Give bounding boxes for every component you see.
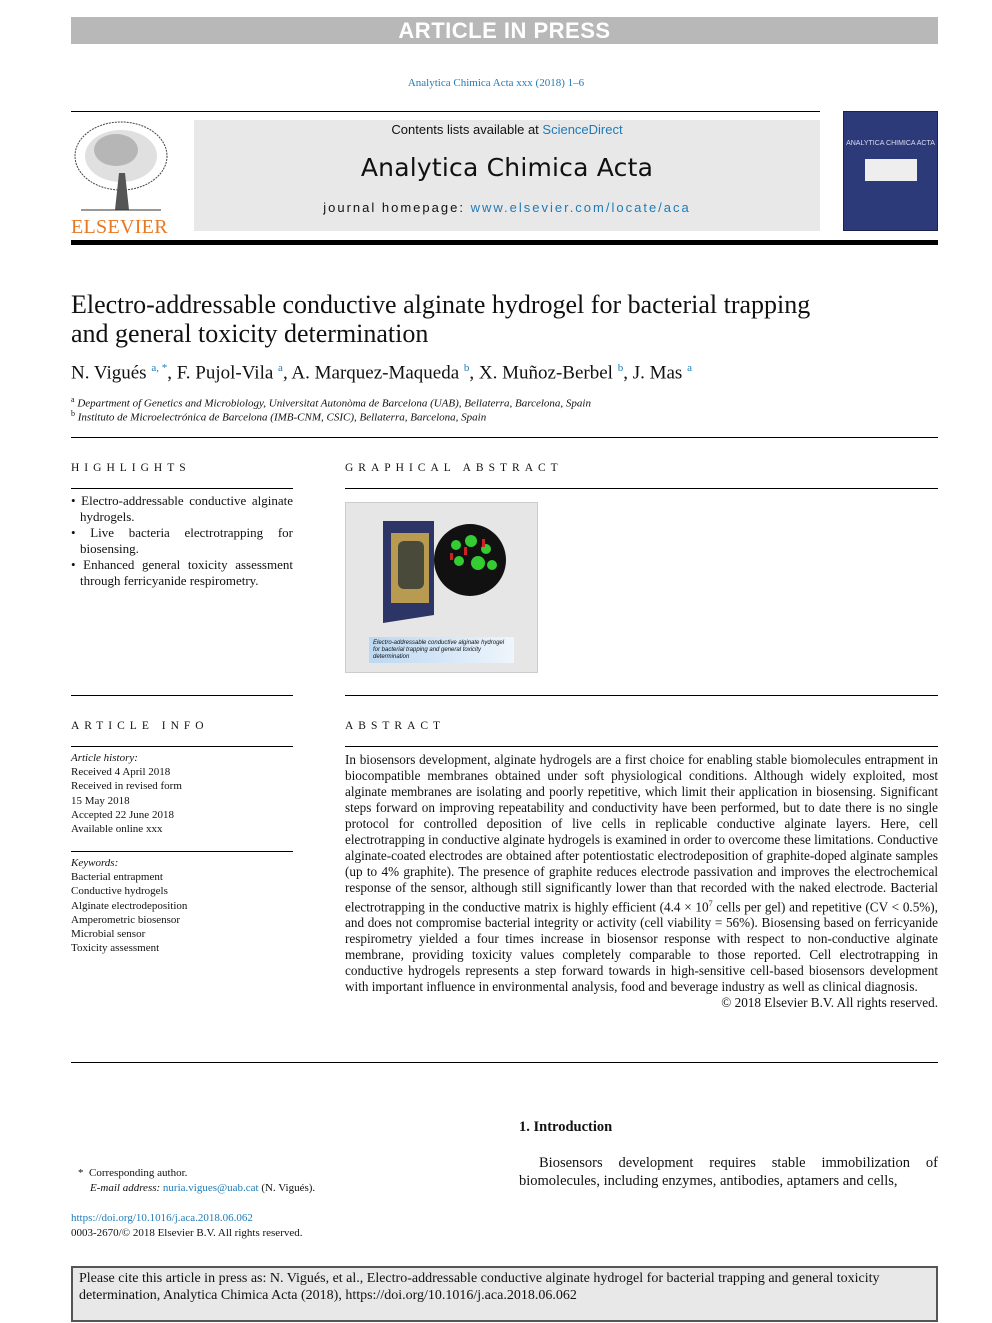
homepage-prefix: journal homepage: <box>323 200 471 215</box>
abstract-copyright: © 2018 Elsevier B.V. All rights reserved… <box>721 994 938 1010</box>
cover-title: ANALYTICA CHIMICA ACTA <box>846 140 935 147</box>
abstract-heading: ABSTRACT <box>345 720 446 732</box>
keyword: Bacterial entrapment <box>71 871 163 884</box>
highlights-list: • Electro-addressable conductive alginat… <box>71 493 293 589</box>
doi-link[interactable]: https://doi.org/10.1016/j.aca.2018.06.06… <box>71 1211 253 1225</box>
email-link[interactable]: nuria.vigues@uab.cat <box>163 1182 259 1194</box>
elsevier-wordmark: ELSEVIER <box>71 216 168 238</box>
author-sup[interactable]: a, * <box>151 362 167 374</box>
intro-text: Biosensors development requires stable i… <box>519 1155 938 1189</box>
journal-title: Analytica Chimica Acta <box>360 153 654 182</box>
author-sup[interactable]: b <box>618 362 624 374</box>
article-info-heading: ARTICLE INFO <box>71 720 209 732</box>
journal-cover[interactable]: ANALYTICA CHIMICA ACTA <box>843 111 938 231</box>
highlight-item: • Electro-addressable conductive alginat… <box>71 493 293 524</box>
divider <box>345 695 938 696</box>
author[interactable]: A. Marquez-Maqueda <box>291 362 459 383</box>
abstract-body: In biosensors development, alginate hydr… <box>345 752 938 1011</box>
keyword: Toxicity assessment <box>71 942 160 955</box>
electrode-figure <box>383 521 506 623</box>
affiliation-text: Instituto de Microelectrónica de Barcelo… <box>77 411 487 424</box>
history-item: Received 4 April 2018 <box>71 766 171 779</box>
highlights-heading: HIGHLIGHTS <box>71 462 191 474</box>
graphical-abstract-caption: Electro-addressable conductive alginate … <box>369 637 514 663</box>
author-sup[interactable]: a <box>278 362 283 374</box>
author[interactable]: X. Muñoz-Berbel <box>479 362 613 383</box>
graphical-abstract-image[interactable]: Electro-addressable conductive alginate … <box>345 502 538 673</box>
author-sup[interactable]: b <box>464 362 470 374</box>
author-list: N. Vigués a, *, F. Pujol-Vila a, A. Marq… <box>71 362 692 384</box>
author-sup[interactable]: a <box>687 362 692 374</box>
author[interactable]: J. Mas <box>633 362 683 383</box>
footnote-corresponding: * Corresponding author. E-mail address: … <box>78 1167 316 1195</box>
cover-figure <box>864 159 917 181</box>
journal-header: Contents lists available at ScienceDirec… <box>194 120 820 231</box>
divider <box>71 695 293 696</box>
article-in-press-banner: ARTICLE IN PRESS <box>71 17 938 44</box>
divider <box>71 851 293 852</box>
keyword: Amperometric biosensor <box>71 913 181 926</box>
divider <box>71 437 938 438</box>
history-item: Received in revised form <box>71 780 182 793</box>
history-item: 15 May 2018 <box>71 794 130 807</box>
keywords: Keywords: Bacterial entrapment Conductiv… <box>71 856 293 955</box>
divider <box>345 746 938 747</box>
affiliation: a Department of Genetics and Microbiolog… <box>71 395 591 410</box>
homepage-link[interactable]: www.elsevier.com/locate/aca <box>471 200 691 215</box>
divider <box>71 746 293 747</box>
article-title: Electro-addressable conductive alginate … <box>71 290 811 348</box>
keywords-label: Keywords: <box>71 857 119 869</box>
history-item: Accepted 22 June 2018 <box>71 808 174 821</box>
highlight-item: • Live bacteria electrotrapping for bios… <box>71 525 293 556</box>
history-item: Available online xxx <box>71 823 163 836</box>
affiliation-sup: a <box>71 395 75 404</box>
citation-box: Please cite this article in press as: N.… <box>71 1266 938 1322</box>
divider <box>345 488 938 489</box>
sciencedirect-link[interactable]: ScienceDirect <box>542 122 622 137</box>
abstract-text: In biosensors development, alginate hydr… <box>345 752 938 994</box>
keyword: Conductive hydrogels <box>71 885 168 898</box>
keyword: Microbial sensor <box>71 928 146 941</box>
keyword: Alginate electrodeposition <box>71 899 188 912</box>
author[interactable]: N. Vigués <box>71 362 147 383</box>
journal-reference[interactable]: Analytica Chimica Acta xxx (2018) 1–6 <box>0 77 992 89</box>
author[interactable]: F. Pujol-Vila <box>177 362 274 383</box>
tree-icon <box>71 118 171 213</box>
divider <box>71 1062 938 1063</box>
affiliation: b Instituto de Microelectrónica de Barce… <box>71 409 486 424</box>
header-rule <box>71 240 938 245</box>
elsevier-logo[interactable]: ELSEVIER <box>71 118 171 238</box>
intro-heading: 1. Introduction <box>519 1119 613 1135</box>
history-label: Article history: <box>71 752 138 764</box>
highlight-item: • Enhanced general toxicity assessment t… <box>71 557 293 588</box>
issn-copyright: 0003-2670/© 2018 Elsevier B.V. All right… <box>71 1227 303 1239</box>
divider <box>71 111 820 112</box>
affiliation-text: Department of Genetics and Microbiology,… <box>77 397 591 410</box>
graphical-abstract-heading: GRAPHICAL ABSTRACT <box>345 462 563 474</box>
article-history: Article history: Received 4 April 2018 R… <box>71 751 293 836</box>
affiliation-sup: b <box>71 409 75 418</box>
contents-prefix: Contents lists available at <box>391 122 543 137</box>
divider <box>71 488 293 489</box>
